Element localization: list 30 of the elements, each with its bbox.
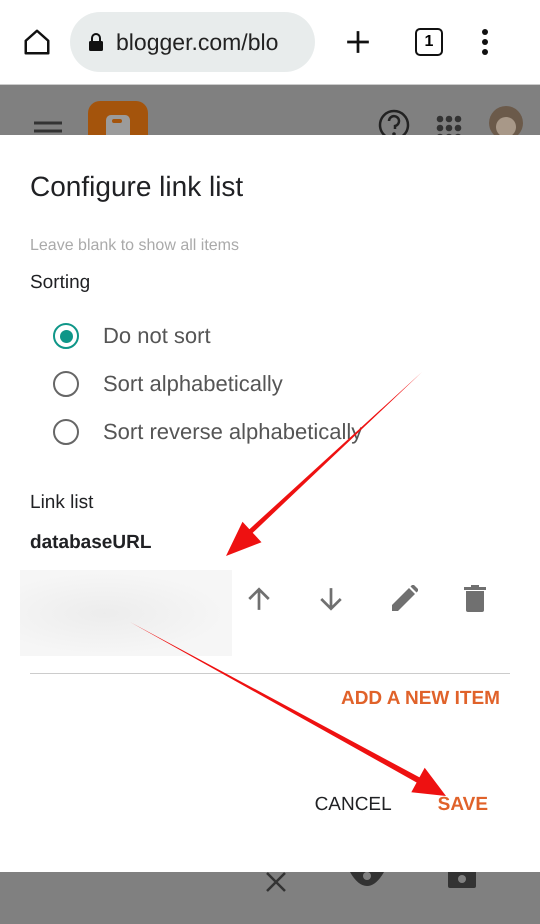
radio-button[interactable] xyxy=(53,323,79,349)
more-icon[interactable] xyxy=(481,29,489,55)
dialog-title: Configure link list xyxy=(30,171,244,203)
dialog-button[interactable]: CANCEL xyxy=(314,792,392,818)
address-bar[interactable]: blogger.com/blo xyxy=(70,12,315,72)
link-list-label: Link list xyxy=(30,492,94,514)
help-icon[interactable] xyxy=(378,109,410,135)
radio-label[interactable]: Do not sort xyxy=(103,323,211,349)
radio-label[interactable]: Sort alphabetically xyxy=(103,371,283,397)
radio-button[interactable] xyxy=(53,371,79,397)
eye-icon[interactable] xyxy=(350,872,384,886)
delete-icon[interactable] xyxy=(464,585,486,613)
hint-text: Leave blank to show all items xyxy=(30,237,240,255)
plus-icon[interactable] xyxy=(345,29,371,55)
arrow-up-icon[interactable] xyxy=(246,586,272,612)
link-name: databaseURL xyxy=(30,532,152,554)
url-text: blogger.com/blo xyxy=(116,28,278,56)
close-icon[interactable] xyxy=(266,872,286,892)
arrow-down-icon[interactable] xyxy=(318,586,344,612)
lock-icon xyxy=(88,32,104,52)
dialog-button[interactable]: SAVE xyxy=(438,792,488,818)
add-item-button[interactable]: ADD A NEW ITEM xyxy=(340,688,500,710)
home-icon[interactable] xyxy=(22,27,52,57)
edit-icon[interactable] xyxy=(390,585,418,613)
camera-icon[interactable] xyxy=(448,872,476,888)
sorting-label: Sorting xyxy=(30,272,92,294)
tab-count-button[interactable]: 1 xyxy=(415,28,443,56)
menu-icon[interactable] xyxy=(34,121,62,135)
apps-icon[interactable] xyxy=(436,115,462,135)
radio-button[interactable] xyxy=(53,419,79,445)
